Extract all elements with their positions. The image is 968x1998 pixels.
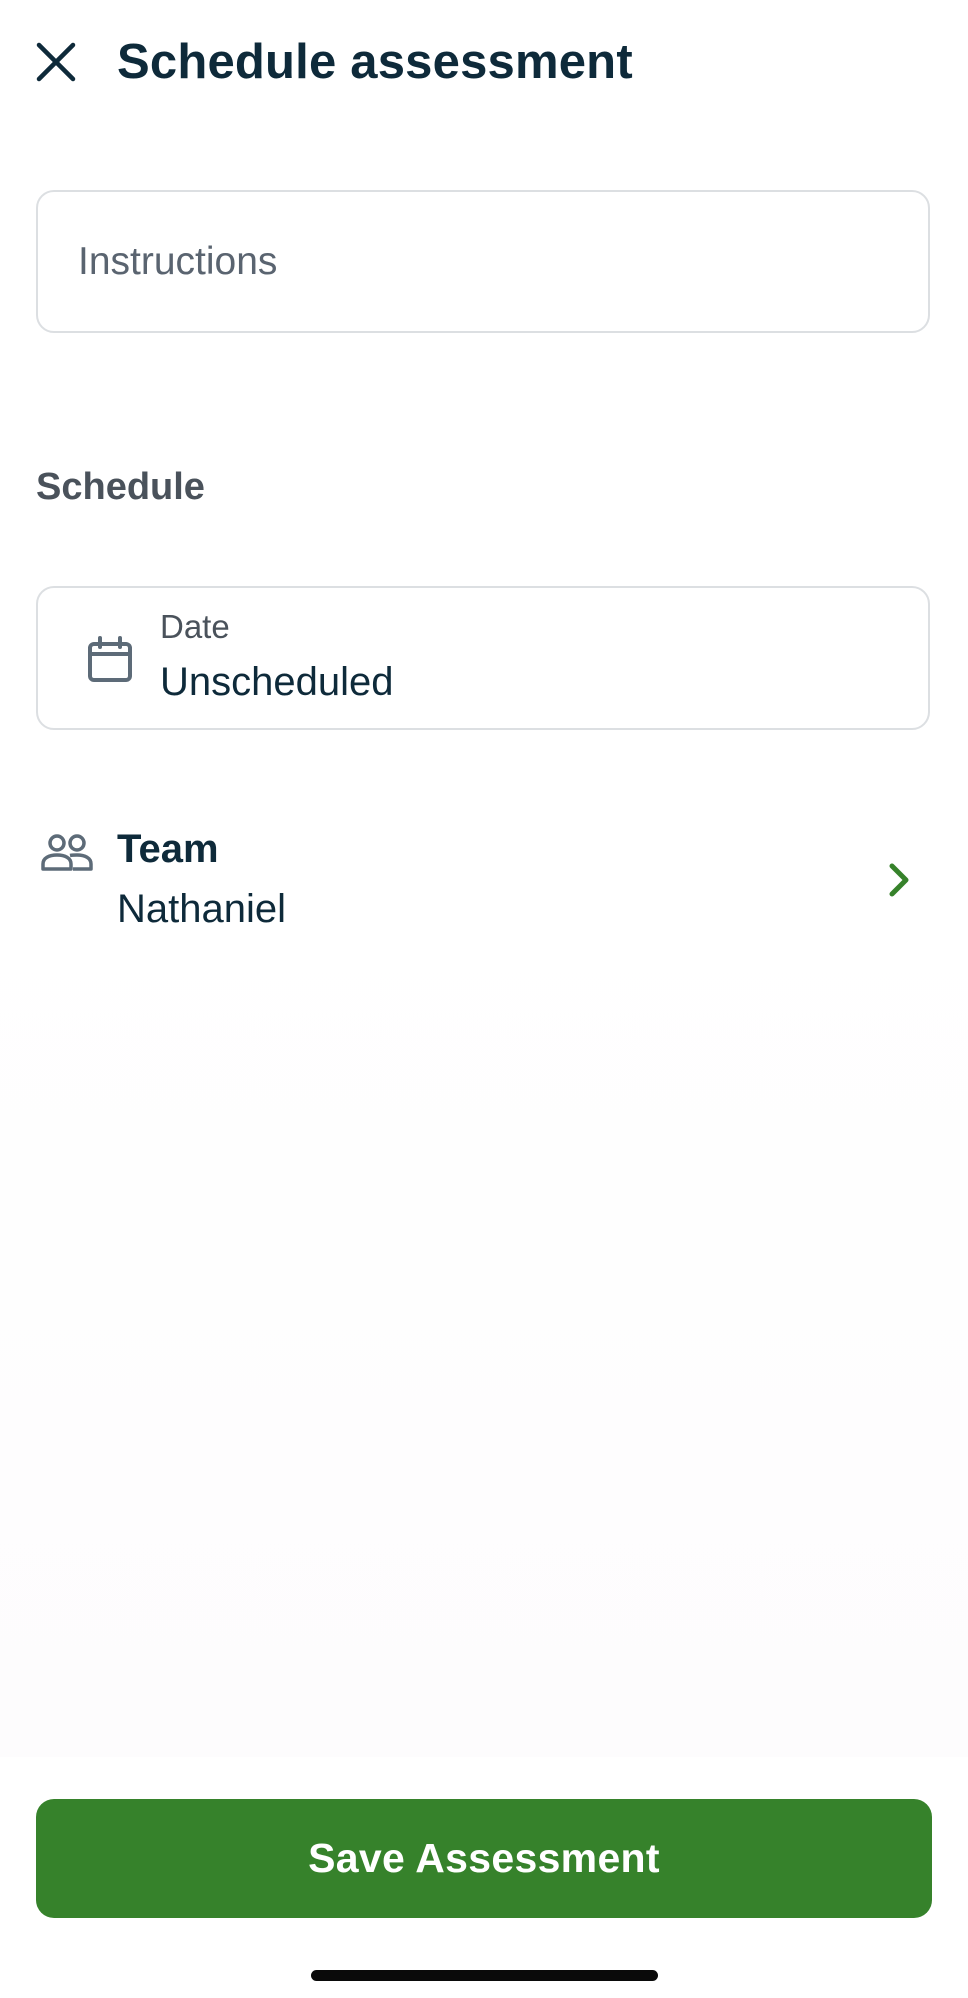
close-button[interactable] bbox=[30, 36, 82, 88]
chevron-right-icon bbox=[889, 863, 909, 897]
schedule-section-label: Schedule bbox=[36, 466, 205, 508]
date-field[interactable]: Date Unscheduled bbox=[36, 586, 930, 730]
date-label: Date bbox=[160, 608, 230, 645]
instructions-input[interactable] bbox=[36, 190, 930, 333]
page-title: Schedule assessment bbox=[117, 35, 633, 89]
team-row[interactable]: Team Nathaniel bbox=[36, 815, 930, 945]
home-indicator bbox=[311, 1970, 658, 1981]
save-assessment-button[interactable]: Save Assessment bbox=[36, 1799, 932, 1918]
team-icon bbox=[41, 834, 93, 871]
calendar-icon bbox=[88, 636, 132, 682]
close-icon bbox=[36, 42, 76, 82]
date-value: Unscheduled bbox=[160, 660, 394, 704]
team-label: Team bbox=[117, 827, 219, 871]
team-value: Nathaniel bbox=[117, 887, 287, 931]
